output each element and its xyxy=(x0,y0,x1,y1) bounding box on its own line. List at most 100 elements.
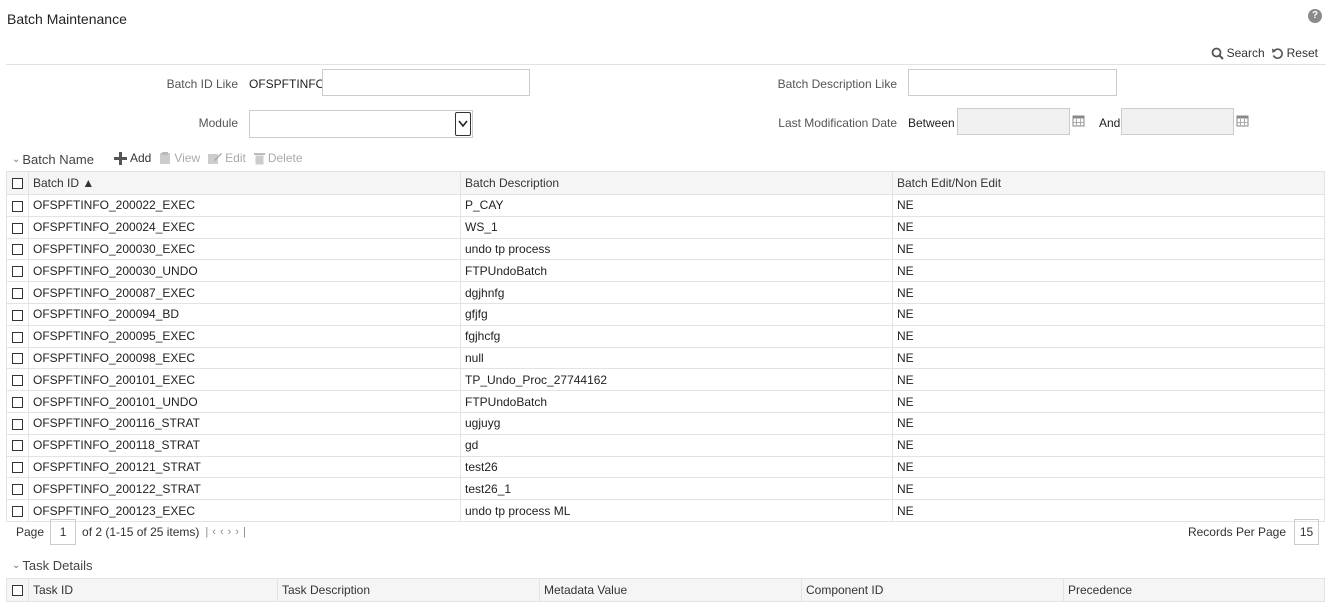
date-from-input[interactable] xyxy=(957,108,1070,135)
row-checkbox[interactable] xyxy=(12,375,23,387)
table-row[interactable]: OFSPFTINFO_200094_BD gfjfg NE xyxy=(6,302,1325,326)
table-row[interactable]: OFSPFTINFO_200098_EXEC null NE xyxy=(6,346,1325,370)
batch-edit-cell: NE xyxy=(892,302,1325,326)
batch-description-cell: FTPUndoBatch xyxy=(460,390,893,413)
row-checkbox[interactable] xyxy=(12,396,23,408)
batch-description-cell: dgjhnfg xyxy=(460,281,893,304)
batch-description-cell: null xyxy=(460,346,893,370)
batch-edit-cell: NE xyxy=(892,215,1325,239)
table-row[interactable]: OFSPFTINFO_200101_EXEC TP_Undo_Proc_27744… xyxy=(6,368,1325,392)
records-per-page: Records Per Page 15 xyxy=(1188,519,1319,545)
and-label: And xyxy=(1099,116,1121,130)
column-header-batch-id[interactable]: Batch ID ▲ xyxy=(28,171,461,195)
row-checkbox[interactable] xyxy=(12,418,23,430)
column-header-task-description[interactable]: Task Description xyxy=(277,578,540,602)
batch-id-cell: OFSPFTINFO_200030_EXEC xyxy=(28,237,461,261)
calendar-icon[interactable] xyxy=(1236,114,1249,127)
row-checkbox[interactable] xyxy=(12,505,23,517)
search-label: Search xyxy=(1226,46,1265,60)
add-button[interactable]: Add xyxy=(114,151,151,165)
table-row[interactable]: OFSPFTINFO_200030_UNDO FTPUndoBatch NE xyxy=(6,259,1325,283)
delete-button[interactable]: Delete xyxy=(253,151,303,165)
last-modification-label: Last Modification Date xyxy=(778,116,897,130)
row-checkbox[interactable] xyxy=(12,266,23,278)
table-row[interactable]: OFSPFTINFO_200116_STRAT ugjuyg NE xyxy=(6,411,1325,435)
row-checkbox[interactable] xyxy=(12,287,23,299)
batch-description-cell: FTPUndoBatch xyxy=(460,259,893,283)
table-row[interactable]: OFSPFTINFO_200101_UNDO FTPUndoBatch NE xyxy=(6,390,1325,413)
batch-edit-cell: NE xyxy=(892,433,1325,457)
batch-description-cell: undo tp process xyxy=(460,237,893,261)
search-button[interactable]: Search xyxy=(1211,46,1265,60)
pagination: Page 1 of 2 (1-15 of 25 items) |‹‹››| xyxy=(16,519,250,545)
row-checkbox[interactable] xyxy=(12,309,23,321)
batch-description-cell: P_CAY xyxy=(460,194,893,217)
batch-edit-cell: NE xyxy=(892,390,1325,413)
task-details-title: Task Details xyxy=(22,558,93,573)
pager-nav-icons[interactable]: |‹‹››| xyxy=(205,526,249,538)
column-header-batch-description[interactable]: Batch Description xyxy=(460,171,893,195)
batch-description-cell: undo tp process ML xyxy=(460,499,893,522)
column-header-component-id[interactable]: Component ID xyxy=(801,578,1064,602)
date-to-input[interactable] xyxy=(1121,108,1234,135)
page-label: Page xyxy=(16,525,45,539)
batch-name-section-toggle[interactable]: ⌄ Batch Name xyxy=(12,152,94,167)
trash-icon xyxy=(253,152,265,164)
table-row[interactable]: OFSPFTINFO_200121_STRAT test26 NE xyxy=(6,455,1325,479)
batch-edit-cell: NE xyxy=(892,346,1325,370)
table-row[interactable]: OFSPFTINFO_200118_STRAT gd NE xyxy=(6,433,1325,457)
first-page-icon[interactable]: |‹ xyxy=(205,526,220,538)
batch-id-cell: OFSPFTINFO_200024_EXEC xyxy=(28,215,461,239)
row-checkbox[interactable] xyxy=(12,440,23,452)
batch-edit-cell: NE xyxy=(892,455,1325,479)
view-button[interactable]: View xyxy=(159,151,200,165)
edit-icon xyxy=(208,152,223,164)
row-checkbox[interactable] xyxy=(12,462,23,474)
edit-label: Edit xyxy=(225,151,246,165)
chevron-down-icon[interactable] xyxy=(455,112,471,136)
batch-description-cell: test26 xyxy=(460,455,893,479)
prev-page-icon[interactable]: ‹ xyxy=(220,526,228,538)
edit-button[interactable]: Edit xyxy=(208,151,246,165)
between-label: Between xyxy=(908,116,955,130)
row-checkbox[interactable] xyxy=(12,331,23,343)
select-all-tasks-checkbox[interactable] xyxy=(12,585,23,597)
row-checkbox[interactable] xyxy=(12,200,23,212)
table-header-row: Batch ID ▲ Batch Description Batch Edit/… xyxy=(6,171,1325,195)
task-details-section-toggle[interactable]: ⌄ Task Details xyxy=(12,558,92,573)
table-row[interactable]: OFSPFTINFO_200122_STRAT test26_1 NE xyxy=(6,477,1325,501)
batch-description-cell: fgjhcfg xyxy=(460,324,893,348)
module-select[interactable] xyxy=(249,110,473,138)
row-checkbox[interactable] xyxy=(12,244,23,256)
row-checkbox[interactable] xyxy=(12,222,23,234)
batch-id-cell: OFSPFTINFO_200122_STRAT xyxy=(28,477,461,501)
batch-edit-cell: NE xyxy=(892,368,1325,392)
row-checkbox[interactable] xyxy=(12,484,23,496)
table-header-row: Task ID Task Description Metadata Value … xyxy=(6,578,1325,602)
table-row[interactable]: OFSPFTINFO_200030_EXEC undo tp process NE xyxy=(6,237,1325,261)
page-number-input[interactable]: 1 xyxy=(50,519,77,545)
table-row[interactable]: OFSPFTINFO_200024_EXEC WS_1 NE xyxy=(6,215,1325,239)
batch-description-input[interactable] xyxy=(908,69,1117,96)
help-icon[interactable]: ? xyxy=(1308,9,1322,23)
chevron-down-icon: ⌄ xyxy=(12,560,21,571)
column-header-batch-edit[interactable]: Batch Edit/Non Edit xyxy=(892,171,1325,195)
table-row[interactable]: OFSPFTINFO_200095_EXEC fgjhcfg NE xyxy=(6,324,1325,348)
batch-name-title: Batch Name xyxy=(22,152,94,167)
batch-description-cell: gfjfg xyxy=(460,302,893,326)
last-page-icon[interactable]: ›| xyxy=(235,526,250,538)
batch-id-cell: OFSPFTINFO_200087_EXEC xyxy=(28,281,461,304)
column-header-task-id[interactable]: Task ID xyxy=(28,578,278,602)
calendar-icon[interactable] xyxy=(1072,114,1085,127)
select-all-checkbox[interactable] xyxy=(12,178,23,190)
records-per-page-input[interactable]: 15 xyxy=(1294,519,1319,545)
batch-id-cell: OFSPFTINFO_200118_STRAT xyxy=(28,433,461,457)
reset-button[interactable]: Reset xyxy=(1271,46,1318,60)
batch-description-label: Batch Description Like xyxy=(777,77,897,91)
table-row[interactable]: OFSPFTINFO_200087_EXEC dgjhnfg NE xyxy=(6,281,1325,304)
batch-id-input[interactable] xyxy=(322,69,530,96)
table-row[interactable]: OFSPFTINFO_200022_EXEC P_CAY NE xyxy=(6,194,1325,217)
column-header-metadata-value[interactable]: Metadata Value xyxy=(539,578,802,602)
row-checkbox[interactable] xyxy=(12,353,23,365)
column-header-precedence[interactable]: Precedence xyxy=(1063,578,1325,602)
